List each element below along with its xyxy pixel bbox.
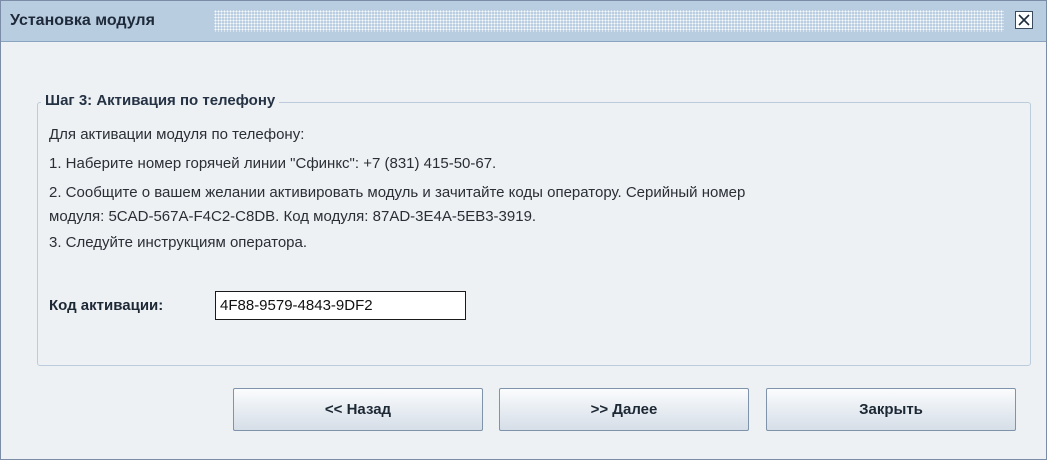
window-title: Установка модуля	[10, 12, 165, 30]
activation-code-input[interactable]	[215, 291, 466, 320]
activation-code-label: Код активации:	[49, 297, 164, 314]
instruction-line: 3. Следуйте инструкциям оператора.	[49, 234, 308, 251]
instruction-line: Для активации модуля по телефону:	[49, 126, 305, 143]
next-button[interactable]: >> Далее	[499, 388, 749, 431]
module-install-dialog: Установка модуля Шаг 3: Активация по тел…	[0, 0, 1047, 460]
back-button[interactable]: << Назад	[233, 388, 483, 431]
title-bar-grip	[214, 10, 1004, 32]
instruction-line: 2. Сообщите о вашем желании активировать…	[49, 184, 746, 201]
close-icon	[1018, 14, 1030, 26]
instruction-line: 1. Наберите номер горячей линии "Сфинкс"…	[49, 155, 497, 172]
instruction-line: модуля: 5CAD-567A-F4C2-C8DB. Код модуля:…	[49, 208, 537, 225]
close-window-button[interactable]	[1015, 11, 1033, 29]
close-button[interactable]: Закрыть	[766, 388, 1016, 431]
title-bar[interactable]: Установка модуля	[1, 1, 1046, 42]
step-heading: Шаг 3: Активация по телефону	[41, 92, 280, 109]
